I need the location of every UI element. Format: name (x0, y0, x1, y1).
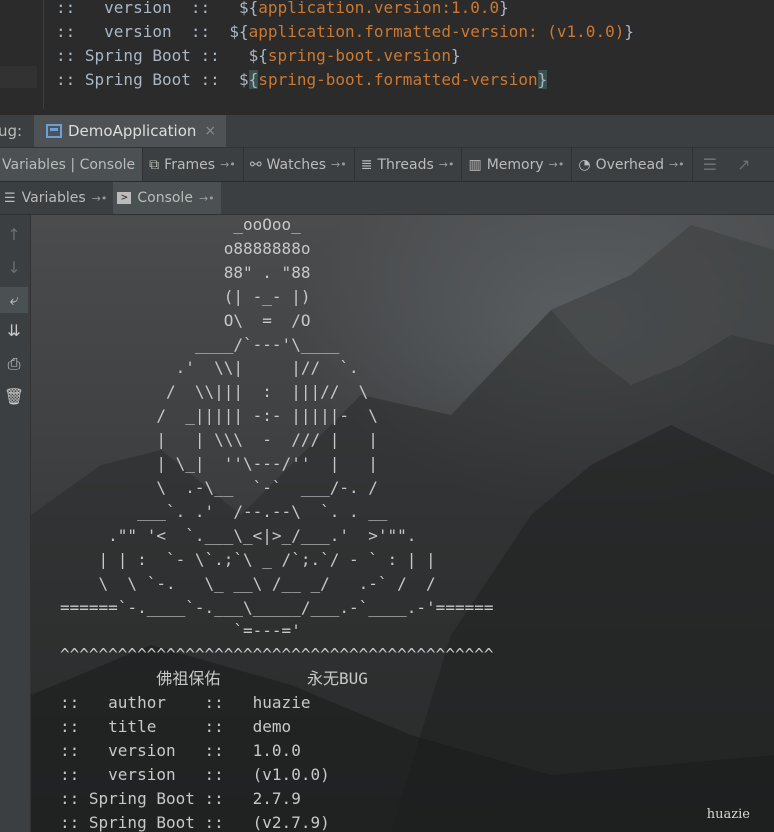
console-line: :: Spring Boot :: 2.7.9 (60, 788, 301, 808)
variables-icon: ☰ (4, 190, 16, 206)
console-side-toolbar: ↑ ↓ ⤶ ⇊ ⎙ 🗑 (0, 215, 31, 832)
console-line: / _||||| -:- |||||- \ (60, 406, 378, 426)
scroll-to-end-icon[interactable]: ⇊ (0, 321, 28, 340)
gutter-current-line (0, 66, 37, 88)
tab-frames-label: Frames (164, 156, 216, 173)
arrow-down-icon[interactable]: ↓ (0, 258, 28, 277)
pin-icon[interactable]: →• (331, 158, 347, 171)
debugger-tabs-toolbar: Variables | Console ⧉ Frames →• ⚯ Watche… (0, 148, 774, 182)
code-line: :: Spring Boot :: ${spring-boot.version} (56, 46, 461, 65)
console-line: 佛祖保佑 永无BUG (60, 669, 368, 689)
pin-icon[interactable]: →• (439, 158, 455, 171)
trash-icon[interactable]: 🗑 (0, 387, 28, 406)
glasses-icon: ⚯ (249, 156, 262, 173)
console-line: (| -_- |) (60, 286, 311, 306)
threads-icon: ≣ (360, 156, 373, 173)
subtab-console[interactable]: > Console →• (113, 182, 221, 214)
tab-overhead-label: Overhead (595, 156, 664, 173)
console-line: :: title :: demo (60, 717, 292, 737)
console-line: `=---=' (60, 621, 301, 641)
tab-memory[interactable]: ▥ Memory →• (462, 148, 573, 181)
tab-memory-label: Memory (486, 156, 544, 173)
print-icon[interactable]: ⎙ (0, 354, 28, 374)
console-line: \ .-\__ `-` ___/-. / (60, 477, 378, 497)
application-icon (46, 124, 62, 138)
console-line: | | : `- \`.;`\ _ /`;.`/ - ` : | | (60, 549, 436, 569)
console-line: | \_| ''\---/'' | | (60, 454, 378, 474)
frames-icon: ⧉ (149, 156, 160, 173)
console-line: ."" '< `.___\_<|>_/___.' >'"". (60, 525, 417, 545)
debug-session-tab[interactable]: DemoApplication × (34, 115, 226, 147)
watermark: huazie (706, 807, 750, 822)
gutter-divider (43, 0, 44, 115)
console-line: ======`-.____`-.___\_____/___.-`____.-'=… (60, 597, 494, 617)
console-icon: > (117, 192, 132, 204)
pin-icon[interactable]: →• (669, 158, 685, 171)
arrow-up-icon[interactable]: ↑ (0, 225, 28, 244)
subtab-variables-label: Variables (21, 190, 86, 206)
pin-icon[interactable]: →• (220, 158, 236, 171)
console-output[interactable]: _ooOoo_ o8888888o 88" . "88 (| -_- |) O\… (31, 215, 774, 832)
tab-watches[interactable]: ⚯ Watches →• (244, 148, 355, 181)
console-line: ___`. .' /--.--\ `. . __ (60, 501, 388, 521)
console-line: / \\||| : |||// \ (60, 382, 369, 402)
tab-variables-console-label: Variables | Console (2, 156, 136, 173)
code-line: :: version :: ${application.version:1.0.… (56, 0, 509, 17)
gauge-icon: ◔ (578, 156, 591, 173)
session-tab-label: DemoApplication (68, 122, 197, 140)
pin-icon[interactable]: →• (92, 192, 108, 205)
console-line: | | \\\ - /// | | (60, 430, 378, 450)
tab-frames[interactable]: ⧉ Frames →• (143, 148, 244, 181)
console-text[interactable]: _ooOoo_ o8888888o 88" . "88 (| -_- |) O\… (60, 215, 493, 832)
code-line: :: version :: ${application.formatted-ve… (56, 22, 634, 41)
console-line: 88" . "88 (60, 262, 311, 282)
tab-watches-label: Watches (266, 156, 327, 173)
console-line: \ \ `-. \_ __\ /__ _/ .-` / / (60, 573, 436, 593)
console-line: .' \\| |// `. (60, 358, 359, 378)
restore-layout-icon[interactable]: ↗ (727, 148, 760, 181)
console-line: :: author :: huazie (60, 693, 311, 713)
console-line: o8888888o (60, 238, 311, 258)
variables-console-subtabs: ☰ Variables →• > Console →• (0, 182, 774, 215)
editor-code[interactable]: :: version :: ${application.version:1.0.… (56, 0, 634, 92)
tab-overhead[interactable]: ◔ Overhead →• (572, 148, 693, 181)
console-line: ^^^^^^^^^^^^^^^^^^^^^^^^^^^^^^^^^^^^^^^^… (60, 645, 494, 665)
pin-icon[interactable]: →• (199, 192, 215, 205)
debug-label: ug: (0, 122, 23, 140)
layout-settings-icon[interactable]: ☰ (693, 148, 727, 181)
memory-icon: ▥ (468, 156, 482, 173)
code-line: :: Spring Boot :: ${spring-boot.formatte… (56, 70, 548, 89)
pin-icon[interactable]: →• (549, 158, 565, 171)
soft-wrap-icon[interactable]: ⤶ (0, 287, 28, 313)
console-line: :: version :: 1.0.0 (60, 740, 301, 760)
tab-variables-console[interactable]: Variables | Console (0, 148, 144, 181)
tab-threads[interactable]: ≣ Threads →• (355, 148, 463, 181)
code-editor[interactable]: :: version :: ${application.version:1.0.… (0, 0, 774, 115)
tab-threads-label: Threads (377, 156, 434, 173)
debug-tool-window-header: ug: DemoApplication × (0, 115, 774, 148)
subtab-console-label: Console (137, 190, 193, 206)
console-line: ____/`---'\____ (60, 334, 340, 354)
console-line: O\ = /O (60, 310, 311, 330)
console-line: :: version :: (v1.0.0) (60, 764, 330, 784)
subtab-variables[interactable]: ☰ Variables →• (0, 182, 113, 214)
close-icon[interactable]: × (204, 123, 216, 139)
console-line: :: Spring Boot :: (v2.7.9) (60, 812, 330, 832)
console-line: _ooOoo_ (60, 215, 301, 234)
